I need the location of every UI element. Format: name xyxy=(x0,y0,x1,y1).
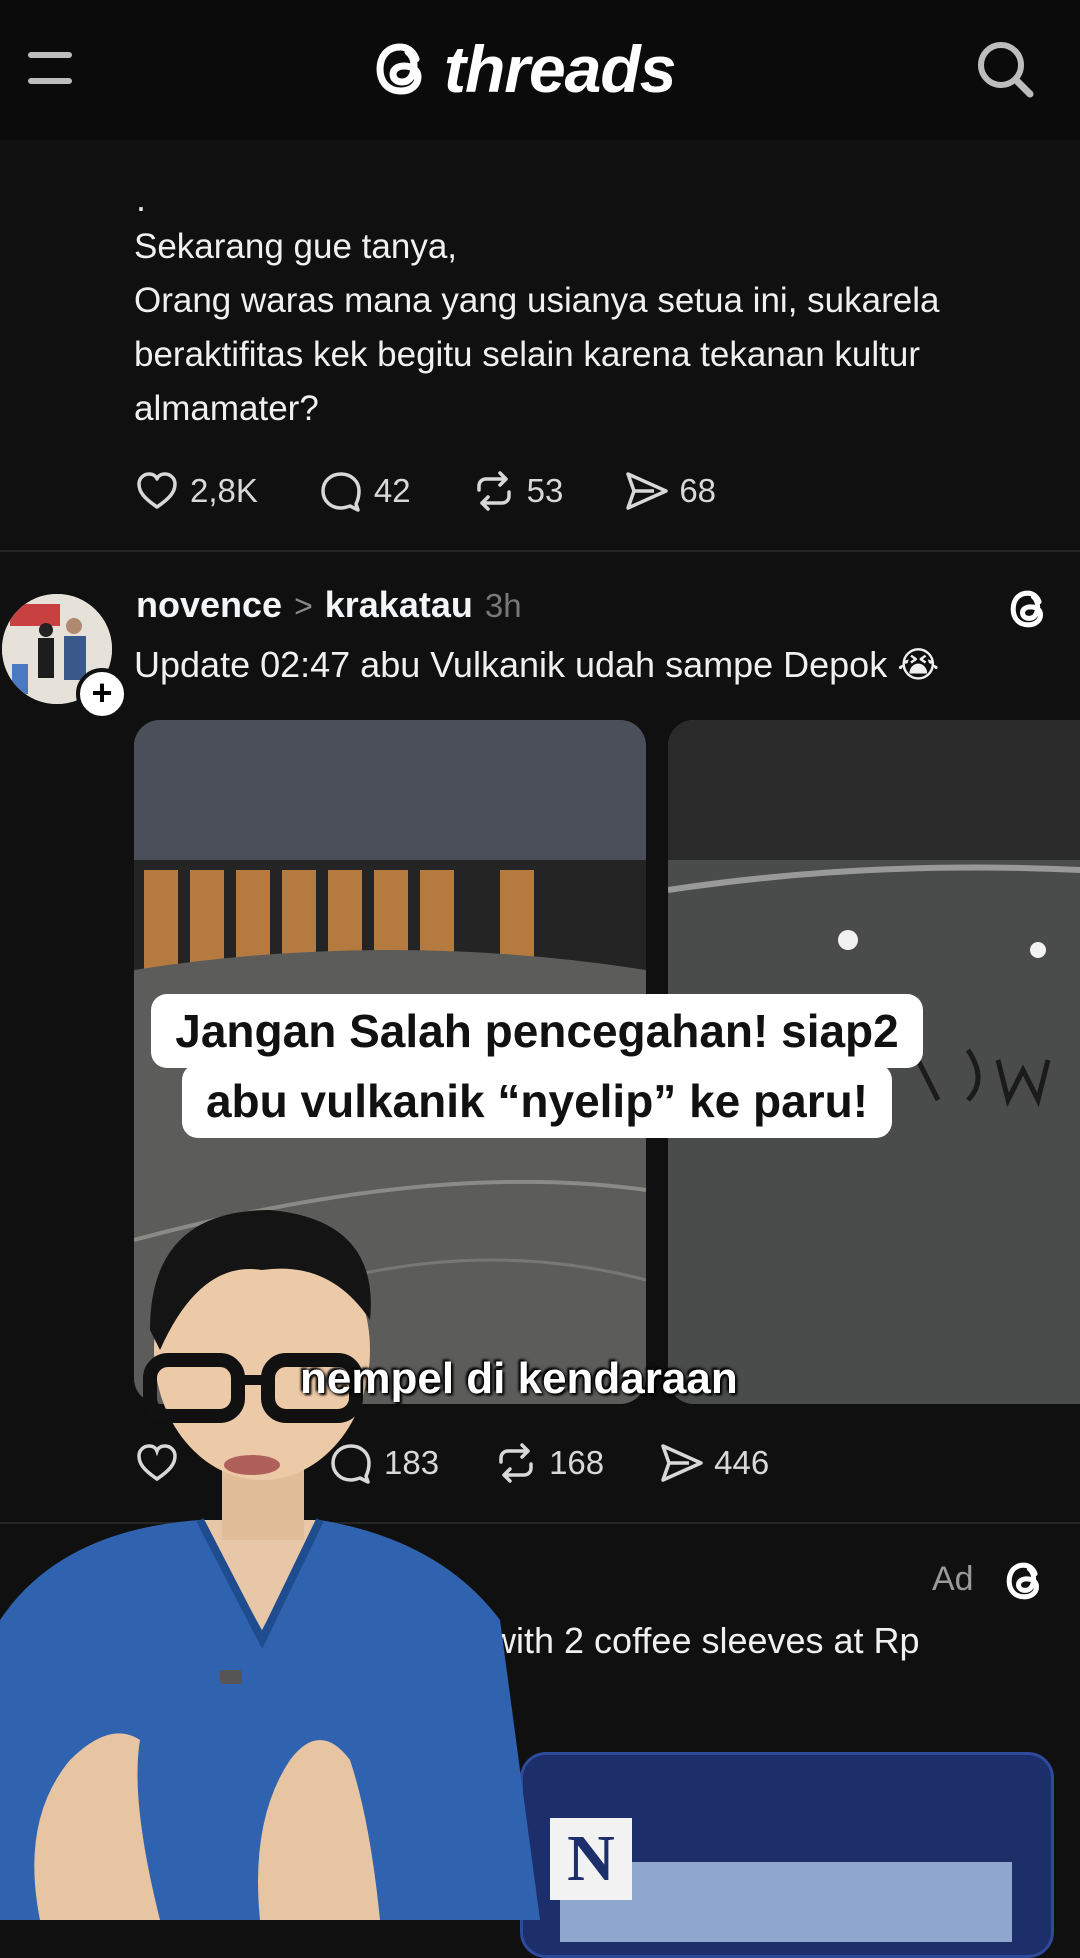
hamburger-menu-icon[interactable] xyxy=(28,48,74,88)
repost-count: 53 xyxy=(526,472,564,509)
post-header: novence > krakatau 3h xyxy=(136,584,522,626)
caption-line: Jangan Salah pencegahan! siap2 xyxy=(151,994,923,1068)
threads-icon[interactable] xyxy=(1006,586,1052,632)
search-icon[interactable] xyxy=(974,38,1036,100)
heart-icon xyxy=(137,472,177,509)
video-caption: Jangan Salah pencegahan! siap2 abu vulka… xyxy=(128,994,946,1138)
post-line: Orang waras mana yang usianya setua ini,… xyxy=(134,281,940,320)
send-icon xyxy=(661,1444,703,1482)
chevron-right-icon: > xyxy=(294,588,313,624)
community-name[interactable]: krakatau xyxy=(325,584,473,626)
share-count: 68 xyxy=(679,472,717,509)
post-line: Sekarang gue tanya, xyxy=(134,227,458,266)
repost-icon xyxy=(476,471,511,511)
post-body: Sekarang gue tanya, Orang waras mana yan… xyxy=(134,220,1044,436)
follow-plus-button[interactable]: + xyxy=(76,668,128,720)
post-text: Update 02:47 abu Vulkanik udah sampe Dep… xyxy=(134,644,940,685)
threads-logo[interactable]: threads xyxy=(372,32,676,106)
video-subtitle: nempel di kendaraan xyxy=(300,1354,738,1403)
repost-button[interactable]: 53 xyxy=(471,468,564,514)
reply-count: 42 xyxy=(373,472,411,509)
ad-label: Ad xyxy=(932,1560,974,1598)
post-actions: 2,8K 42 53 68 xyxy=(134,468,716,514)
threads-logo-icon xyxy=(376,43,422,95)
post-line: beraktifitas kek begitu selain karena te… xyxy=(134,335,921,374)
like-count: 2,8K xyxy=(190,472,258,509)
nespresso-logo: N xyxy=(550,1818,632,1900)
divider xyxy=(0,550,1080,552)
presenter-video-overlay xyxy=(0,1210,540,1920)
caption-line: abu vulkanik “nyelip” ke paru! xyxy=(181,1064,893,1138)
send-icon xyxy=(626,472,669,510)
share-button[interactable]: 68 xyxy=(623,468,716,514)
comment-icon xyxy=(321,472,361,512)
threads-icon[interactable] xyxy=(1002,1558,1048,1604)
brand-name: threads xyxy=(444,32,676,106)
post-text-ellipsis: . xyxy=(136,178,147,219)
post-time: 3h xyxy=(484,587,522,624)
reply-button[interactable]: 42 xyxy=(318,468,411,514)
share-button[interactable]: 446 xyxy=(658,1440,769,1486)
like-button[interactable]: 2,8K xyxy=(134,468,258,514)
username[interactable]: novence xyxy=(136,584,282,626)
post-line: almamater? xyxy=(134,389,319,428)
share-count: 446 xyxy=(714,1444,770,1481)
